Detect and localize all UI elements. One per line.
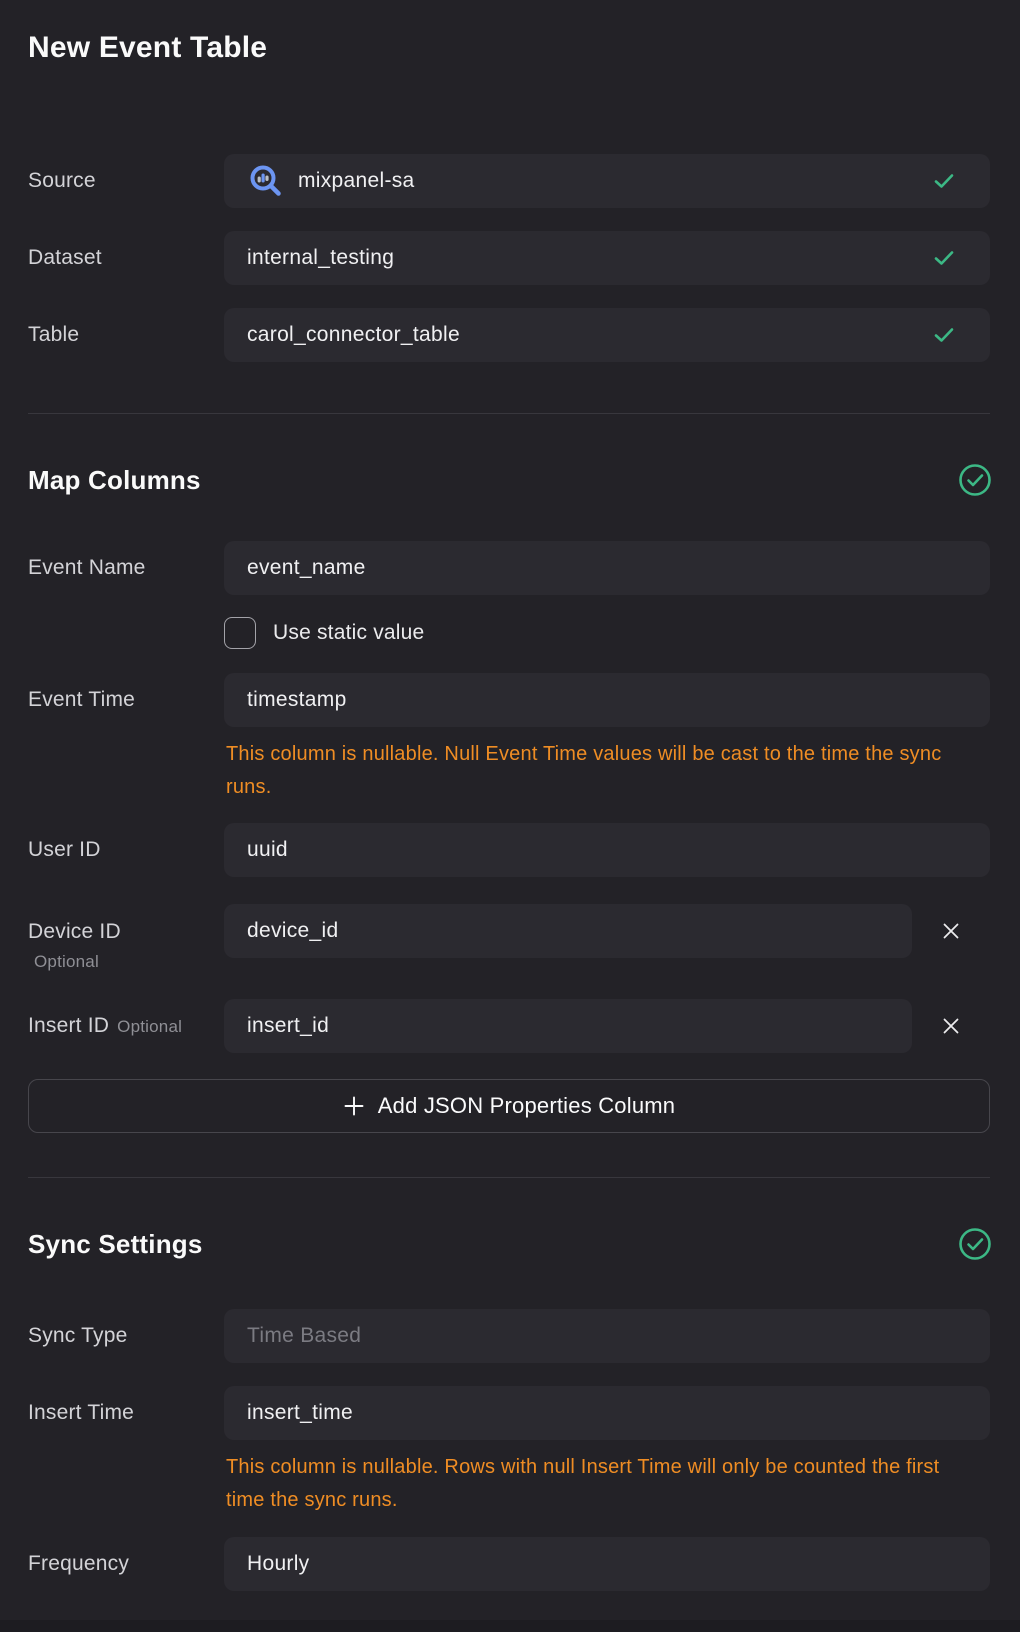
source-field[interactable]: mixpanel-sa	[224, 154, 990, 208]
bigquery-icon	[248, 162, 284, 200]
insert-id-field[interactable]: insert_id	[224, 999, 912, 1053]
insert-time-value: insert_time	[247, 1401, 353, 1425]
section-divider	[28, 413, 990, 414]
table-row: Table carol_connector_table	[28, 308, 990, 362]
insert-id-row: Insert ID Optional insert_id	[28, 999, 990, 1053]
insert-time-label: Insert Time	[28, 1401, 224, 1425]
sync-type-label: Sync Type	[28, 1324, 224, 1348]
warning-line: runs.	[226, 771, 990, 804]
warning-line: time the sync runs.	[226, 1484, 990, 1517]
table-field[interactable]: carol_connector_table	[224, 308, 990, 362]
insert-time-field[interactable]: insert_time	[224, 1386, 990, 1440]
frequency-row: Frequency Hourly	[28, 1537, 990, 1591]
table-value: carol_connector_table	[247, 323, 460, 347]
sync-type-field: Time Based	[224, 1309, 990, 1363]
dataset-row: Dataset internal_testing	[28, 231, 990, 285]
valid-check-icon	[934, 327, 954, 343]
event-time-field[interactable]: timestamp	[224, 673, 990, 727]
section-divider	[28, 1177, 990, 1178]
user-id-value: uuid	[247, 838, 288, 862]
event-name-value: event_name	[247, 556, 366, 580]
insert-id-label-text: Insert ID	[28, 1014, 109, 1038]
use-static-checkbox[interactable]	[224, 617, 256, 649]
event-name-field[interactable]: event_name	[224, 541, 990, 595]
user-id-row: User ID uuid	[28, 823, 990, 877]
valid-check-icon	[934, 250, 954, 266]
sync-settings-heading: Sync Settings	[28, 1227, 990, 1261]
event-time-label: Event Time	[28, 688, 224, 712]
remove-device-id-button[interactable]	[934, 914, 968, 948]
frequency-value: Hourly	[247, 1552, 309, 1576]
insert-id-optional-tag: Optional	[117, 1017, 182, 1037]
valid-check-icon	[934, 173, 954, 189]
insert-id-value: insert_id	[247, 1014, 329, 1038]
device-id-remove-slot	[912, 904, 990, 958]
device-id-label: Device ID Optional	[28, 904, 224, 972]
sync-settings-title: Sync Settings	[28, 1229, 203, 1259]
device-id-label-text: Device ID	[28, 920, 121, 943]
insert-id-remove-slot	[912, 1009, 990, 1043]
frequency-field[interactable]: Hourly	[224, 1537, 990, 1591]
event-time-warning: This column is nullable. Null Event Time…	[224, 738, 990, 804]
device-id-optional-tag: Optional	[34, 952, 224, 972]
user-id-label: User ID	[28, 838, 224, 862]
device-id-field[interactable]: device_id	[224, 904, 912, 958]
user-id-field[interactable]: uuid	[224, 823, 990, 877]
use-static-row: Use static value	[28, 617, 990, 649]
event-time-value: timestamp	[247, 688, 347, 712]
dataset-field[interactable]: internal_testing	[224, 231, 990, 285]
new-event-table-panel: New Event Table Source mixpanel-	[0, 0, 1020, 1632]
frequency-label: Frequency	[28, 1552, 224, 1576]
source-value: mixpanel-sa	[298, 169, 415, 193]
remove-insert-id-button[interactable]	[934, 1009, 968, 1043]
page-title: New Event Table	[28, 0, 990, 65]
table-label: Table	[28, 323, 224, 347]
footer-strip	[0, 1620, 1020, 1632]
device-id-row: Device ID Optional device_id	[28, 904, 990, 972]
event-name-row: Event Name event_name	[28, 541, 990, 595]
add-json-properties-label: Add JSON Properties Column	[378, 1093, 675, 1119]
add-json-properties-button[interactable]: Add JSON Properties Column	[28, 1079, 990, 1133]
sync-type-row: Sync Type Time Based	[28, 1309, 990, 1363]
warning-line: This column is nullable. Null Event Time…	[226, 738, 990, 771]
device-id-value: device_id	[247, 919, 338, 943]
insert-time-warning: This column is nullable. Rows with null …	[224, 1451, 990, 1517]
section-complete-check-icon	[958, 463, 992, 497]
map-columns-title: Map Columns	[28, 465, 201, 495]
warning-line: This column is nullable. Rows with null …	[226, 1451, 990, 1484]
insert-time-row: Insert Time insert_time	[28, 1386, 990, 1440]
source-row: Source mixpanel-sa	[28, 154, 990, 208]
source-label: Source	[28, 169, 224, 193]
section-complete-check-icon	[958, 1227, 992, 1261]
event-time-row: Event Time timestamp	[28, 673, 990, 727]
dataset-label: Dataset	[28, 246, 224, 270]
use-static-label: Use static value	[273, 621, 424, 645]
event-name-label: Event Name	[28, 556, 224, 580]
sync-type-value: Time Based	[247, 1324, 361, 1348]
insert-id-label: Insert ID Optional	[28, 1014, 224, 1038]
plus-icon	[343, 1095, 365, 1117]
map-columns-heading: Map Columns	[28, 463, 990, 497]
dataset-value: internal_testing	[247, 246, 394, 270]
